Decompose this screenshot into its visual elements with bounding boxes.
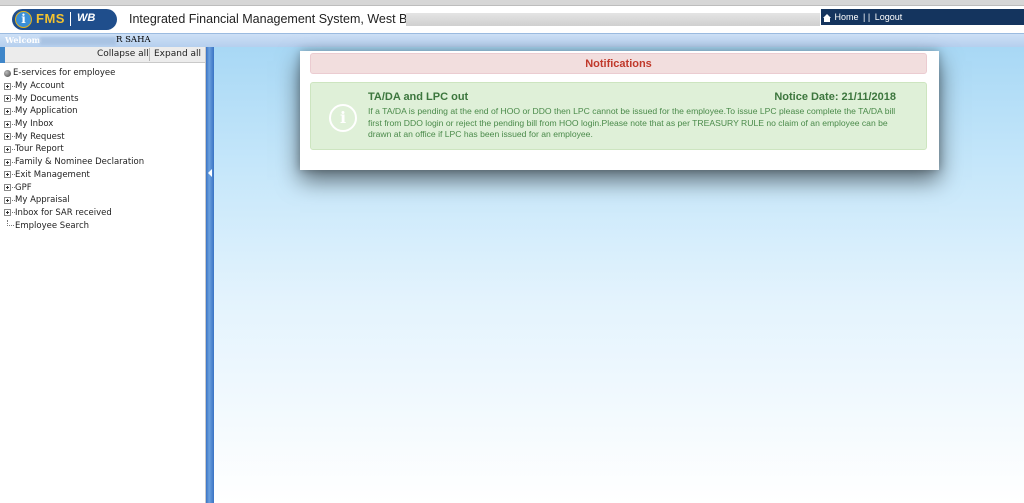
sidebar-item-family-nominee[interactable]: Family & Nominee Declaration (4, 156, 144, 169)
sidebar-item-my-documents[interactable]: My Documents (4, 92, 144, 105)
sidebar-item-label: My Request (15, 131, 65, 142)
collapse-arrow-icon[interactable] (208, 169, 212, 177)
sidebar-item-label: Tour Report (15, 144, 64, 155)
menu-tree: E-services for employee My Account My Do… (4, 67, 144, 232)
redacted-name (40, 37, 116, 45)
sidebar-splitter[interactable] (206, 47, 214, 503)
sidebar: Collapse all Expand all E-services for e… (0, 47, 206, 503)
fms-wb-logo[interactable]: i FMS WB (12, 9, 117, 30)
logo-divider (70, 12, 71, 26)
header-grey-bar (406, 13, 820, 26)
sidebar-item-exit-management[interactable]: Exit Management (4, 169, 144, 182)
top-nav-links: Home | | Logout (821, 9, 1024, 25)
sidebar-item-gpf[interactable]: GPF (4, 181, 144, 194)
sidebar-item-my-account[interactable]: My Account (4, 80, 144, 93)
expand-plus-icon[interactable] (4, 209, 11, 217)
expand-plus-icon[interactable] (4, 82, 11, 90)
controls-divider (149, 48, 150, 61)
expand-plus-icon[interactable] (4, 107, 11, 115)
logout-link[interactable]: Logout (875, 12, 903, 22)
expand-plus-icon[interactable] (4, 196, 11, 204)
sidebar-item-label: My Inbox (15, 119, 54, 130)
expand-all-button[interactable]: Expand all (154, 49, 201, 59)
user-name: R SAHA (116, 35, 151, 45)
sidebar-item-label: My Documents (15, 93, 79, 104)
tree-root[interactable]: E-services for employee (4, 67, 144, 80)
info-logo-icon: i (15, 11, 32, 28)
sidebar-item-my-appraisal[interactable]: My Appraisal (4, 194, 144, 207)
expand-plus-icon[interactable] (4, 171, 11, 179)
sidebar-item-label: My Appraisal (15, 195, 70, 206)
sidebar-tab-marker (0, 47, 5, 63)
notifications-dialog: Notifications i TA/DA and LPC out Notice… (300, 51, 939, 170)
welcome-bar: Welcome : R SAHA (0, 33, 1024, 47)
globe-icon (4, 69, 11, 77)
home-link[interactable]: Home (835, 12, 859, 22)
expand-plus-icon[interactable] (4, 145, 11, 153)
sidebar-item-label: Exit Management (15, 169, 90, 180)
sidebar-item-my-inbox[interactable]: My Inbox (4, 118, 144, 131)
sidebar-item-tour-report[interactable]: Tour Report (4, 143, 144, 156)
notice-date: Notice Date: 21/11/2018 (774, 91, 896, 103)
sidebar-item-employee-search[interactable]: Employee Search (4, 219, 144, 232)
expand-plus-icon[interactable] (4, 120, 11, 128)
tree-controls: Collapse all Expand all (0, 47, 205, 63)
sidebar-item-label: Employee Search (15, 220, 90, 231)
sidebar-item-label: Inbox for SAR received (15, 207, 112, 218)
logo-fms-text: FMS (36, 11, 65, 26)
sidebar-item-label: GPF (15, 182, 32, 193)
sidebar-item-label: My Account (15, 81, 65, 92)
app-header: i FMS WB Integrated Financial Management… (0, 6, 1024, 33)
tree-leaf-connector (7, 219, 14, 226)
nav-separator: | | (863, 12, 871, 22)
logo-wb-text: WB (77, 12, 96, 24)
home-icon[interactable] (823, 14, 831, 22)
expand-plus-icon[interactable] (4, 95, 11, 103)
expand-plus-icon[interactable] (4, 184, 11, 192)
sidebar-item-label: Family & Nominee Declaration (15, 157, 145, 168)
notice-card: i TA/DA and LPC out Notice Date: 21/11/2… (310, 82, 927, 150)
expand-plus-icon[interactable] (4, 133, 11, 141)
sidebar-item-label: My Application (15, 106, 78, 117)
info-icon: i (329, 104, 357, 132)
notice-body: If a TA/DA is pending at the end of HOO … (368, 106, 896, 139)
notice-title: TA/DA and LPC out (368, 91, 469, 103)
app-title: Integrated Financial Management System, … (129, 12, 438, 26)
sidebar-item-inbox-sar[interactable]: Inbox for SAR received (4, 207, 144, 220)
sidebar-item-my-request[interactable]: My Request (4, 130, 144, 143)
sidebar-item-my-application[interactable]: My Application (4, 105, 144, 118)
notifications-header: Notifications (310, 53, 927, 74)
collapse-all-button[interactable]: Collapse all (97, 49, 149, 59)
tree-root-label: E-services for employee (13, 68, 116, 79)
expand-plus-icon[interactable] (4, 158, 11, 166)
